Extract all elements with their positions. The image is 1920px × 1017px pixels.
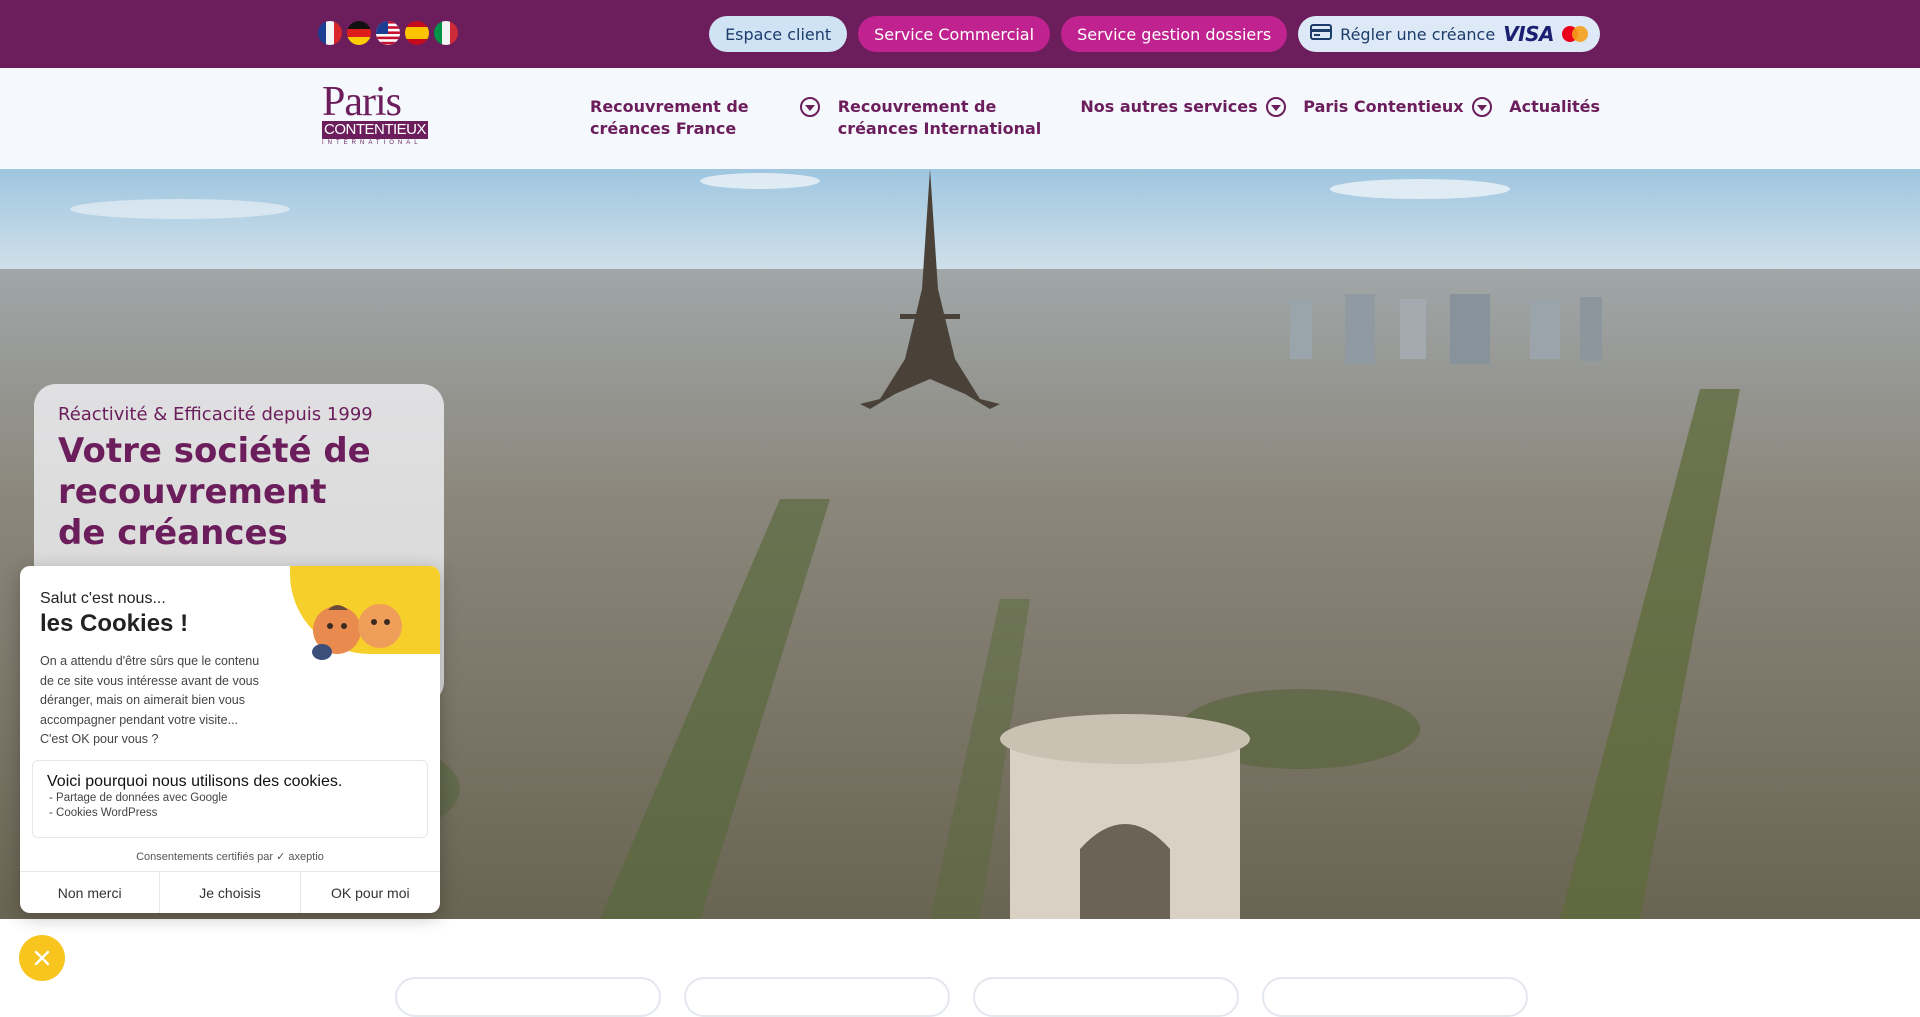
cookie-close-button[interactable] [19,935,65,981]
nav-autres-services[interactable]: Nos autres services [1080,96,1286,140]
cookie-why-title: Voici pourquoi nous utilisons des cookie… [47,773,343,790]
hero-kicker: Réactivité & Efficacité depuis 1999 [58,404,373,425]
service-dossiers-button[interactable]: Service gestion dossiers [1061,16,1288,52]
service-commercial-button[interactable]: Service Commercial [858,16,1051,52]
main-header: Paris CONTENTIEUX INTERNATIONAL Recouvre… [0,68,1920,169]
main-nav: Recouvrement de créances France Recouvre… [590,96,1600,140]
mastercard-logo-icon [1562,26,1588,42]
regler-creance-button[interactable]: Régler une créance VISA [1298,16,1600,52]
cookie-buttons: Non merci Je choisis OK pour moi [20,871,440,913]
cookie-certification: Consentements certifiés par ✓ axeptio [20,850,440,863]
cookie-title: les Cookies ! [40,610,189,637]
nav-label: Recouvrement de créances France [590,97,749,138]
flag-us-icon[interactable] [376,21,400,45]
logo-line2: CONTENTIEUX [322,121,429,139]
cookie-refuse-button[interactable]: Non merci [20,872,159,913]
service-tab[interactable] [395,977,661,1017]
site-logo[interactable]: Paris CONTENTIEUX INTERNATIONAL [322,79,430,151]
top-bar: Espace client Service Commercial Service… [0,0,1920,68]
service-tab[interactable] [973,977,1239,1017]
nav-actualites[interactable]: Actualités [1509,96,1600,140]
nav-label: Actualités [1509,97,1600,116]
chevron-down-icon[interactable] [1265,97,1286,117]
cookie-why-item: - Cookies WordPress [49,807,158,819]
visa-logo: VISA [1503,22,1554,46]
cookie-why-box[interactable]: Voici pourquoi nous utilisons des cookie… [32,760,428,838]
cookie-question: C'est OK pour vous ? [40,732,159,746]
hero-title-line: Votre société de [58,431,371,471]
hero-title-line: recouvrement [58,472,327,512]
cookie-accept-button[interactable]: OK pour moi [299,872,440,913]
top-buttons: Espace client Service Commercial Service… [709,16,1600,52]
cookie-consent-dialog: Salut c'est nous... les Cookies ! On a a… [20,566,440,913]
hero-title: Votre société de recouvrement de créance… [58,431,420,554]
axeptio-brand[interactable]: axeptio [288,851,323,863]
flag-fr-icon[interactable] [318,21,342,45]
service-tab[interactable] [684,977,950,1017]
axeptio-check-icon: ✓ [276,851,286,863]
flag-it-icon[interactable] [434,21,458,45]
hero-title-line: de créances [58,513,288,553]
cookie-choose-button[interactable]: Je choisis [159,872,299,913]
espace-client-button[interactable]: Espace client [709,16,848,52]
nav-label: Paris Contentieux [1303,97,1464,116]
language-selector [318,21,458,45]
service-tab[interactable] [1262,977,1528,1017]
cookie-body-text: On a attendu d'être sûrs que le contenu … [40,654,260,727]
regler-creance-label: Régler une créance [1340,24,1496,44]
cookie-certified-text: Consentements certifiés par [136,851,274,863]
cookie-why-item: - Partage de données avec Google [49,792,228,804]
close-icon [34,950,50,966]
cookie-body: On a attendu d'être sûrs que le contenu … [40,652,435,750]
nav-paris-contentieux[interactable]: Paris Contentieux [1303,96,1492,140]
nav-recouvrement-international[interactable]: Recouvrement de créances International [838,96,1063,140]
flag-es-icon[interactable] [405,21,429,45]
chevron-down-icon[interactable] [800,97,820,117]
chevron-down-icon[interactable] [1471,97,1492,117]
nav-recouvrement-france[interactable]: Recouvrement de créances France [590,96,820,140]
service-tabs-peek [395,977,1528,1017]
card-payment-icon [1310,23,1333,45]
logo-line3: INTERNATIONAL [322,140,422,146]
logo-line1: Paris [322,79,402,125]
flag-de-icon[interactable] [347,21,371,45]
cookie-greeting: Salut c'est nous... [40,590,166,607]
nav-label: Recouvrement de créances International [837,97,1042,138]
nav-label: Nos autres services [1080,97,1258,116]
